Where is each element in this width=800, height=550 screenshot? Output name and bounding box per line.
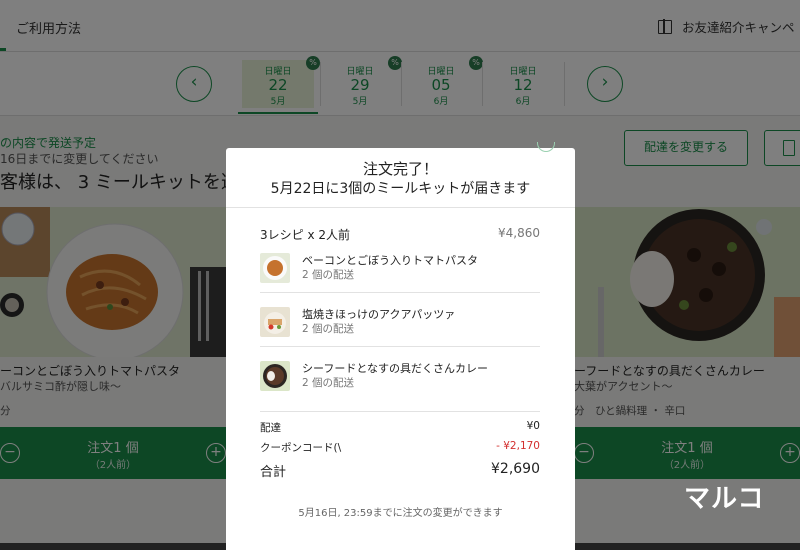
coupon-discount-value: - ¥2,170 <box>496 440 540 452</box>
recipe-quantity: 2 個の配送 <box>302 377 355 389</box>
shipping-fee-value: ¥0 <box>526 420 540 432</box>
recipe-quantity: 2 個の配送 <box>302 269 355 281</box>
recipe-thumbnail <box>260 307 290 337</box>
recipe-line-item: 塩焼きほっけのアクアパッツァ 2 個の配送 <box>260 304 540 344</box>
change-deadline-note: 5月16日, 23:59までに注文の変更ができます <box>298 508 503 519</box>
recipe-name: ベーコンとごぼう入りトマトパスタ <box>302 254 478 267</box>
coupon-label: クーポンコード(\ <box>260 442 342 454</box>
coupon-row: クーポンコード(\ - ¥2,170 <box>260 440 540 455</box>
shipping-fee-row: 配達 ¥0 <box>260 420 540 435</box>
recipe-thumbnail <box>260 253 290 283</box>
modal-title: 注文完了！ <box>362 160 438 178</box>
order-complete-modal: 注文完了！ 5月22日に3個のミールキットが届きます 3レシピ x 2人前 ¥4… <box>226 142 575 550</box>
recipe-thumbnail <box>260 361 290 391</box>
recipe-divider <box>260 346 540 347</box>
total-label: 合計 <box>260 465 287 480</box>
recipe-divider <box>260 292 540 293</box>
total-row: 合計 ¥2,690 <box>260 461 540 480</box>
watermark-logo: マルコ <box>684 484 765 514</box>
recipe-name: 塩焼きほっけのアクアパッツァ <box>302 308 456 321</box>
recipe-summary-price: ¥4,860 <box>498 226 540 240</box>
modal-divider <box>226 207 575 208</box>
shipping-fee-label: 配達 <box>260 422 281 434</box>
recipe-line-item: ベーコンとごぼう入りトマトパスタ 2 個の配送 <box>260 250 540 290</box>
recipe-name: シーフードとなすの具だくさんカレー <box>302 362 489 375</box>
total-value: ¥2,690 <box>491 461 540 477</box>
recipe-divider <box>260 411 540 412</box>
recipe-summary-label: 3レシピ x 2人前 <box>260 228 351 242</box>
recipe-quantity: 2 個の配送 <box>302 323 355 335</box>
recipe-line-item: シーフードとなすの具だくさんカレー 2 個の配送 <box>260 358 540 398</box>
modal-subtitle: 5月22日に3個のミールキットが届きます <box>270 181 531 197</box>
close-icon[interactable] <box>537 142 555 152</box>
